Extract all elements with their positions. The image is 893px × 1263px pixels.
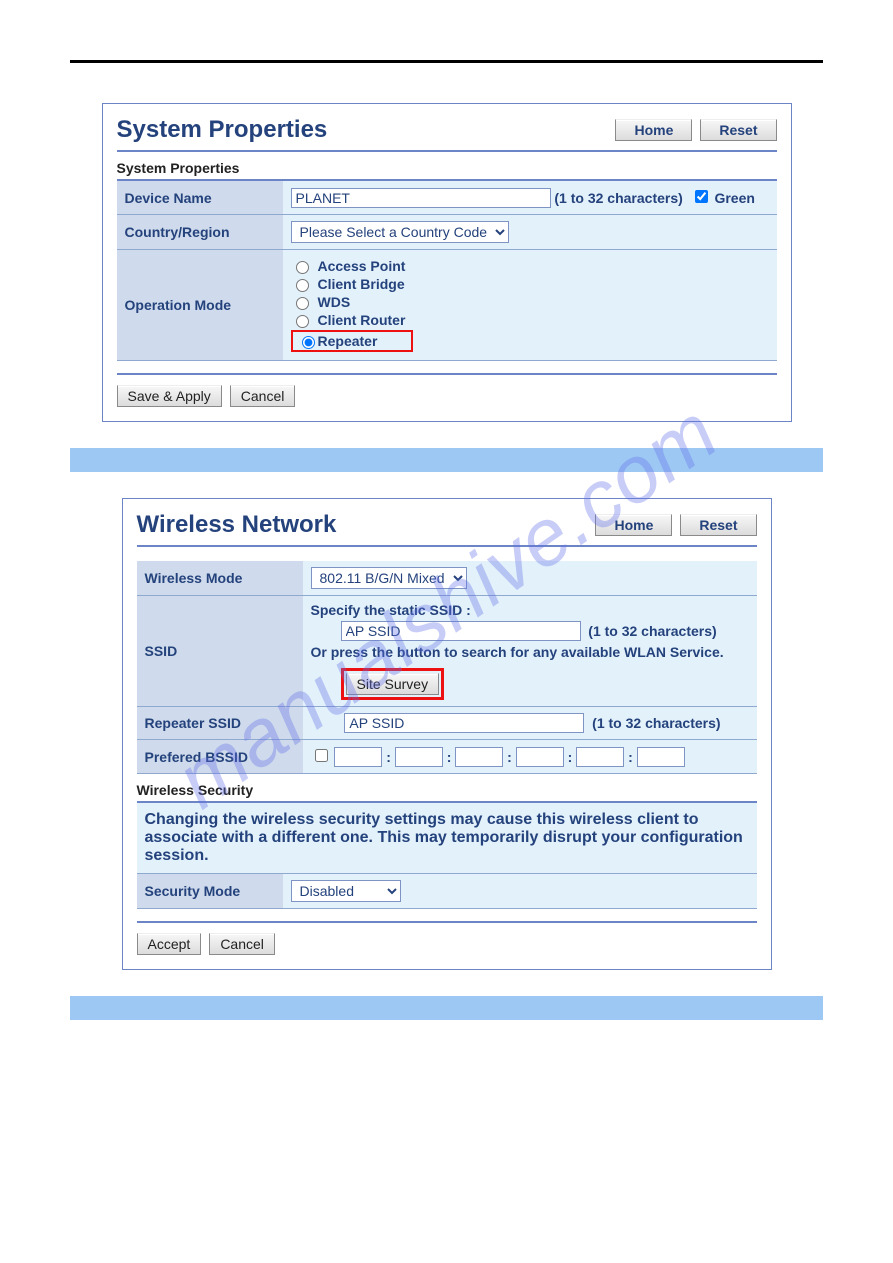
repeater-ssid-input[interactable] — [344, 713, 584, 733]
cancel-button[interactable]: Cancel — [209, 933, 275, 955]
security-mode-select[interactable]: Disabled — [291, 880, 401, 902]
opmode-radio-repeater[interactable] — [302, 336, 315, 349]
bssid-field-1[interactable] — [334, 747, 382, 767]
system-properties-table: Device Name (1 to 32 characters) Green C… — [117, 181, 777, 361]
reset-button[interactable]: Reset — [700, 119, 776, 141]
ssid-label: SSID — [137, 596, 303, 707]
repeater-ssid-label: Repeater SSID — [137, 707, 303, 740]
opmode-label-client-router: Client Router — [318, 312, 406, 328]
ssid-input[interactable] — [341, 621, 581, 641]
page-top-rule — [70, 60, 823, 63]
wireless-mode-label: Wireless Mode — [137, 561, 303, 596]
panel-title-system-properties: System Properties — [117, 116, 328, 144]
green-label: Green — [714, 190, 754, 206]
opmode-radio-access-point[interactable] — [296, 261, 309, 274]
system-properties-panel: System Properties Home Reset System Prop… — [102, 103, 792, 422]
opmode-label-wds: WDS — [318, 294, 351, 310]
section-header-system-properties: System Properties — [117, 152, 777, 181]
home-button[interactable]: Home — [615, 119, 692, 141]
country-region-select[interactable]: Please Select a Country Code — [291, 221, 509, 243]
bssid-field-4[interactable] — [516, 747, 564, 767]
panel-title-wireless-network: Wireless Network — [137, 511, 337, 539]
opmode-radio-client-bridge[interactable] — [296, 279, 309, 292]
device-name-hint: (1 to 32 characters) — [554, 190, 682, 206]
home-button[interactable]: Home — [595, 514, 672, 536]
country-region-label: Country/Region — [117, 215, 283, 250]
separator-bar-1 — [70, 448, 823, 472]
bssid-field-2[interactable] — [395, 747, 443, 767]
device-name-input[interactable] — [291, 188, 551, 208]
wireless-security-note: Changing the wireless security settings … — [137, 803, 757, 874]
opmode-radio-client-router[interactable] — [296, 315, 309, 328]
opmode-label-client-bridge: Client Bridge — [318, 276, 405, 292]
prefered-bssid-checkbox[interactable] — [315, 749, 328, 762]
accept-button[interactable]: Accept — [137, 933, 202, 955]
bssid-field-3[interactable] — [455, 747, 503, 767]
bssid-field-6[interactable] — [637, 747, 685, 767]
wireless-mode-select[interactable]: 802.11 B/G/N Mixed — [311, 567, 467, 589]
separator-bar-2 — [70, 996, 823, 1020]
ssid-hint: (1 to 32 characters) — [588, 623, 716, 639]
opmode-radio-wds[interactable] — [296, 297, 309, 310]
specify-ssid-label: Specify the static SSID : — [311, 602, 749, 618]
section-header-wireless-security: Wireless Security — [137, 774, 757, 803]
or-press-label: Or press the button to search for any av… — [311, 644, 749, 660]
site-survey-button[interactable]: Site Survey — [346, 673, 440, 695]
bssid-field-5[interactable] — [576, 747, 624, 767]
opmode-label-access-point: Access Point — [318, 258, 406, 274]
operation-mode-label: Operation Mode — [117, 250, 283, 361]
wireless-network-table: Wireless Mode 802.11 B/G/N Mixed SSID Sp… — [137, 561, 757, 774]
save-apply-button[interactable]: Save & Apply — [117, 385, 222, 407]
green-checkbox[interactable] — [695, 190, 708, 203]
security-mode-label: Security Mode — [137, 874, 283, 909]
opmode-label-repeater: Repeater — [318, 333, 408, 349]
repeater-ssid-hint: (1 to 32 characters) — [592, 715, 720, 731]
reset-button[interactable]: Reset — [680, 514, 756, 536]
cancel-button[interactable]: Cancel — [230, 385, 296, 407]
prefered-bssid-label: Prefered BSSID — [137, 740, 303, 774]
device-name-label: Device Name — [117, 181, 283, 215]
wireless-network-panel: Wireless Network Home Reset Wireless Mod… — [122, 498, 772, 970]
